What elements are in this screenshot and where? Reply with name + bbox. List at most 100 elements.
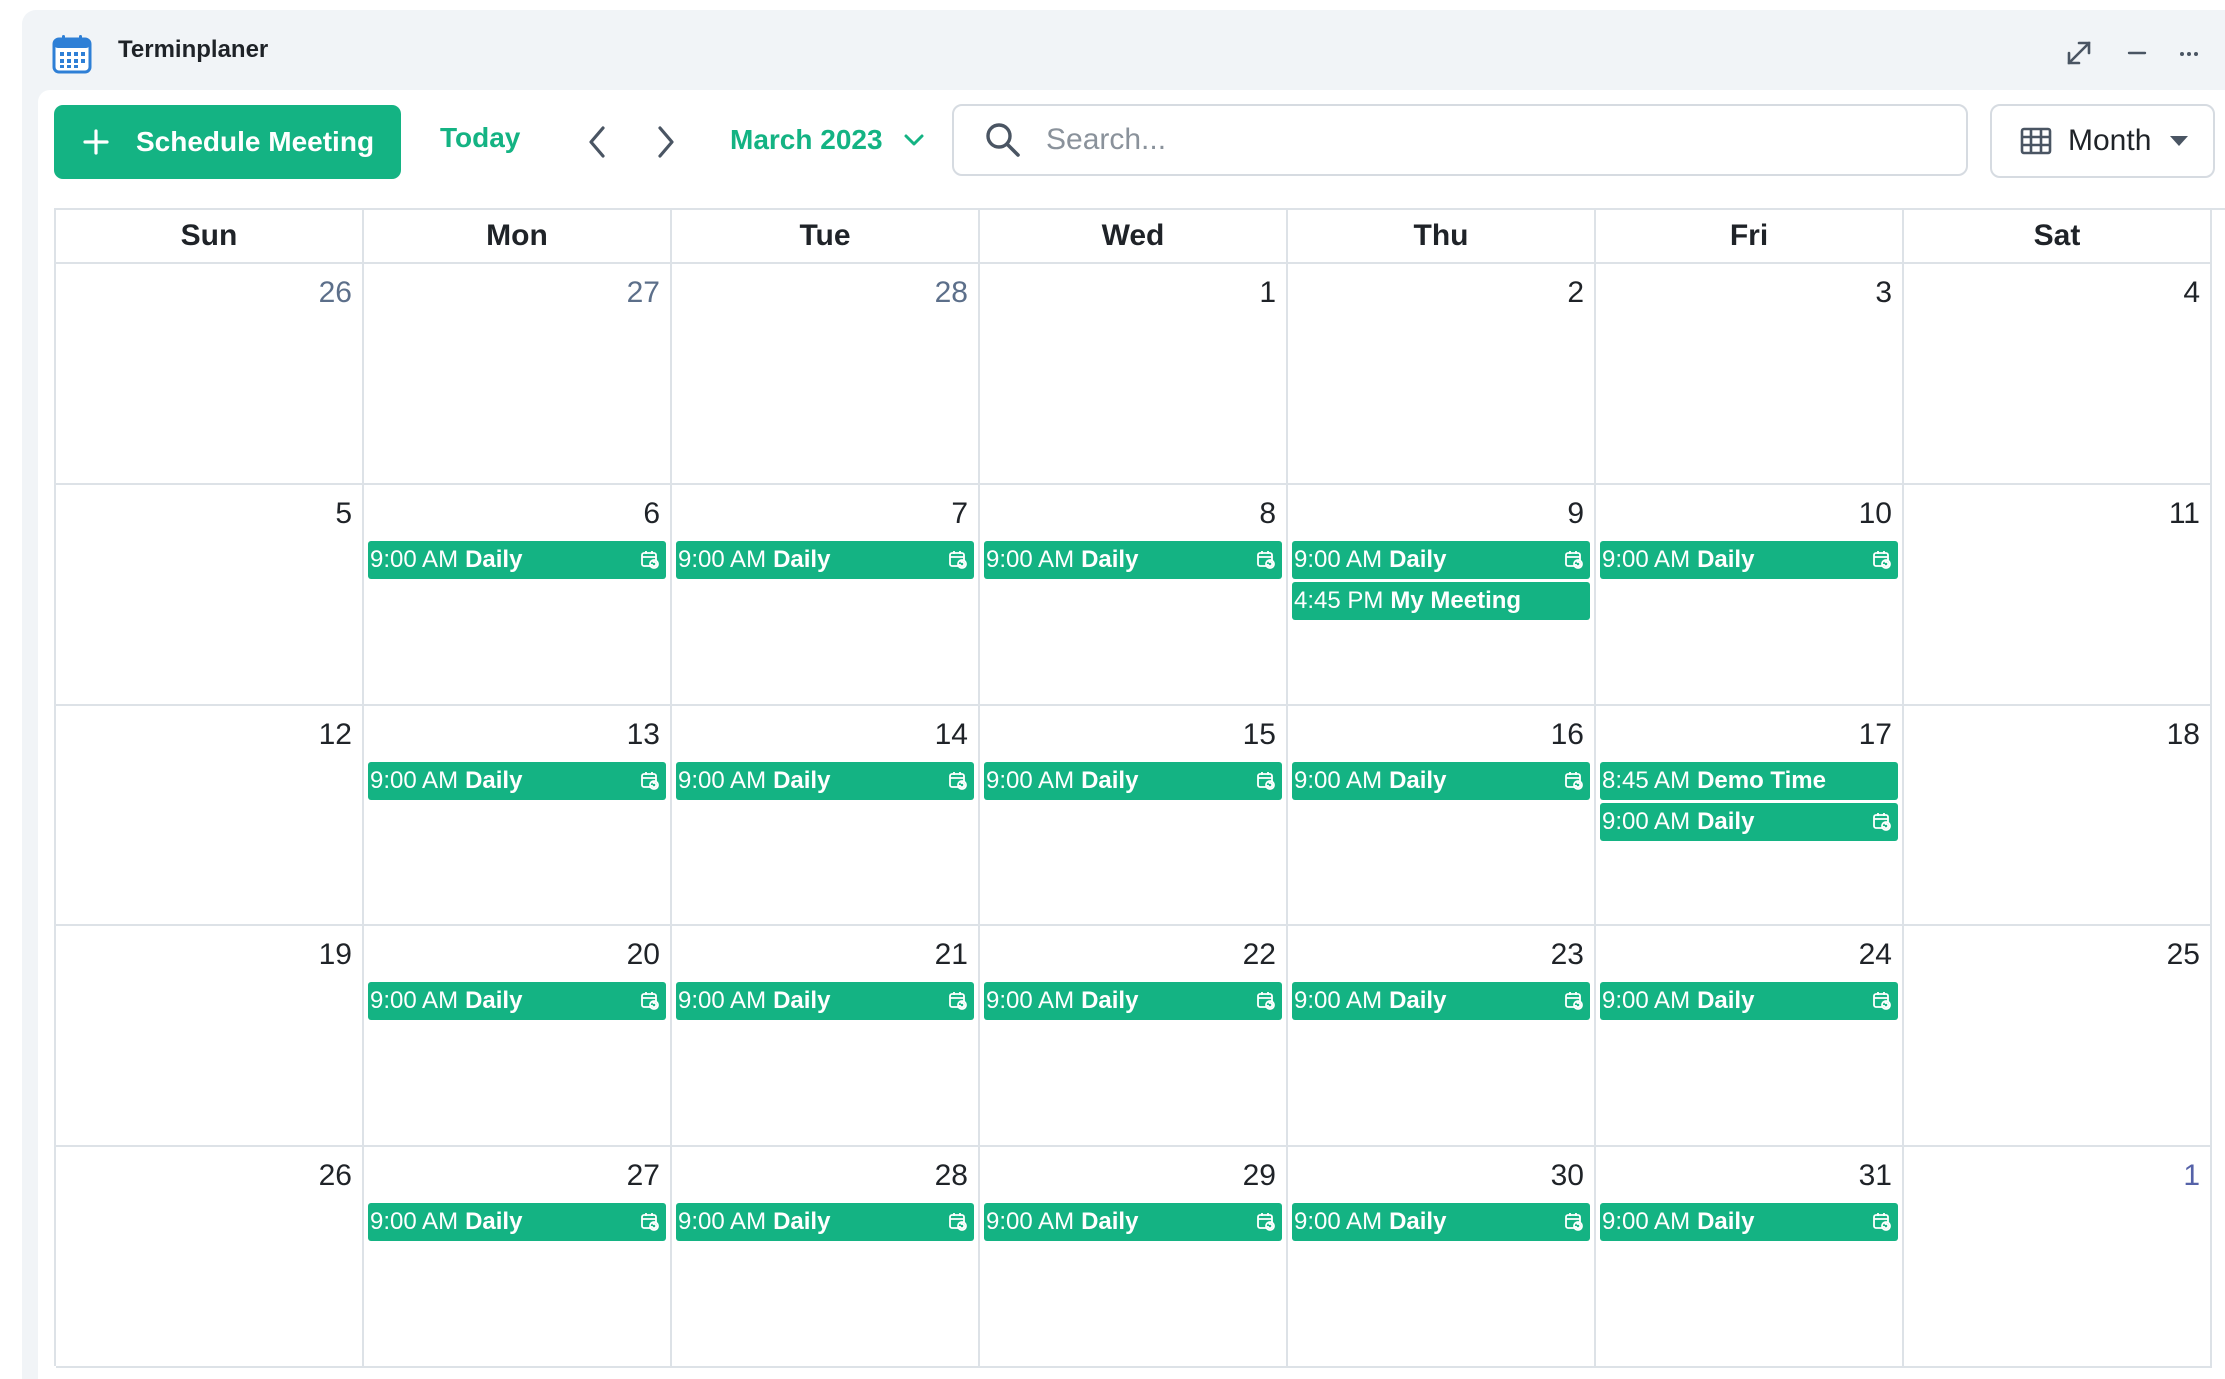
day-cell[interactable]: 20 9:00 AM Daily bbox=[364, 926, 672, 1148]
day-cell[interactable]: 30 9:00 AM Daily bbox=[1288, 1147, 1596, 1368]
event-time: 9:00 AM bbox=[678, 987, 767, 1015]
event-time: 4:45 PM bbox=[1294, 586, 1384, 614]
day-cell[interactable]: 15 9:00 AM Daily bbox=[980, 705, 1288, 927]
minimize-icon[interactable] bbox=[2120, 36, 2154, 70]
day-events: 9:00 AM Daily bbox=[676, 982, 974, 1023]
calendar-event[interactable]: 9:00 AM Daily bbox=[1292, 982, 1590, 1021]
day-cell[interactable]: 4 bbox=[1904, 264, 2212, 485]
event-time: 9:00 AM bbox=[986, 987, 1075, 1015]
day-cell[interactable]: 21 9:00 AM Daily bbox=[672, 926, 980, 1148]
day-number: 26 bbox=[318, 1159, 352, 1193]
event-title: Daily bbox=[1081, 545, 1139, 573]
today-button[interactable]: Today bbox=[440, 122, 520, 154]
calendar-event[interactable]: 9:00 AM Daily bbox=[368, 540, 666, 579]
calendar-event[interactable]: 9:00 AM Daily bbox=[368, 982, 666, 1021]
day-cell[interactable]: 26 bbox=[56, 264, 364, 485]
day-cell[interactable]: 11 bbox=[1904, 484, 2212, 706]
search-box[interactable] bbox=[952, 104, 1968, 176]
calendar-event[interactable]: 9:00 AM Daily bbox=[1292, 1203, 1590, 1242]
day-number: 7 bbox=[951, 496, 968, 530]
day-cell[interactable]: 22 9:00 AM Daily bbox=[980, 926, 1288, 1148]
day-cell[interactable]: 27 9:00 AM Daily bbox=[364, 1147, 672, 1368]
day-cell[interactable]: 6 9:00 AM Daily bbox=[364, 484, 672, 706]
day-cell[interactable]: 28 bbox=[672, 264, 980, 485]
previous-month-button[interactable] bbox=[577, 120, 617, 164]
day-cell[interactable]: 31 9:00 AM Daily bbox=[1596, 1147, 1904, 1368]
event-time: 9:00 AM bbox=[1602, 807, 1691, 835]
day-cell[interactable]: 9 9:00 AM Daily 4:45 PM My Meeting bbox=[1288, 484, 1596, 706]
day-cell[interactable]: 2 bbox=[1288, 264, 1596, 485]
recurring-event-icon bbox=[1872, 549, 1892, 569]
more-options-icon[interactable] bbox=[2172, 36, 2206, 70]
day-cell[interactable]: 10 9:00 AM Daily bbox=[1596, 484, 1904, 706]
day-cell[interactable]: 24 9:00 AM Daily bbox=[1596, 926, 1904, 1148]
app-title: Terminplaner bbox=[118, 36, 269, 63]
week-row: 12 13 9:00 AM Daily 14 9:00 AM Daily 15 9:00 AM D… bbox=[56, 705, 2225, 927]
day-cell[interactable]: 19 bbox=[56, 926, 364, 1148]
day-cell[interactable]: 13 9:00 AM Daily bbox=[364, 705, 672, 927]
day-number: 23 bbox=[1550, 938, 1584, 972]
day-cell[interactable]: 7 9:00 AM Daily bbox=[672, 484, 980, 706]
calendar-event[interactable]: 9:00 AM Daily bbox=[1600, 802, 1898, 841]
recurring-event-icon bbox=[640, 990, 660, 1011]
calendar-event[interactable]: 9:00 AM Daily bbox=[368, 1203, 666, 1242]
day-cell[interactable]: 16 9:00 AM Daily bbox=[1288, 705, 1596, 927]
day-cell[interactable]: 12 bbox=[56, 705, 364, 927]
search-input[interactable] bbox=[1044, 122, 1928, 158]
event-time: 9:00 AM bbox=[678, 545, 767, 573]
day-cell[interactable]: 29 9:00 AM Daily bbox=[980, 1147, 1288, 1368]
day-cell[interactable]: 26 bbox=[56, 1147, 364, 1368]
calendar-event[interactable]: 8:45 AM Demo Time bbox=[1600, 761, 1898, 800]
event-time: 9:00 AM bbox=[370, 545, 459, 573]
day-number: 30 bbox=[1550, 1159, 1584, 1193]
calendar-event[interactable]: 9:00 AM Daily bbox=[676, 540, 974, 579]
day-number: 13 bbox=[626, 717, 660, 751]
event-title: Daily bbox=[1697, 987, 1755, 1015]
recurring-event-icon bbox=[1872, 1211, 1892, 1232]
day-cell[interactable]: 27 bbox=[364, 264, 672, 485]
calendar-event[interactable]: 9:00 AM Daily bbox=[984, 540, 1282, 579]
calendar-event[interactable]: 9:00 AM Daily bbox=[1600, 982, 1898, 1021]
calendar-event[interactable]: 9:00 AM Daily bbox=[368, 761, 666, 800]
calendar-event[interactable]: 9:00 AM Daily bbox=[676, 761, 974, 800]
calendar-event[interactable]: 9:00 AM Daily bbox=[984, 982, 1282, 1021]
schedule-meeting-button[interactable]: Schedule Meeting bbox=[54, 105, 401, 179]
view-select[interactable]: Month bbox=[1990, 104, 2215, 178]
day-number: 2 bbox=[1567, 276, 1584, 309]
day-number: 12 bbox=[318, 717, 352, 751]
day-cell[interactable]: 25 bbox=[1904, 926, 2212, 1148]
recurring-event-icon bbox=[948, 770, 968, 790]
day-cell[interactable]: 28 9:00 AM Daily bbox=[672, 1147, 980, 1368]
next-month-button[interactable] bbox=[646, 120, 686, 164]
day-events: 8:45 AM Demo Time 9:00 AM Daily bbox=[1600, 761, 1898, 844]
search-icon bbox=[984, 121, 1022, 159]
weekday-sun: Sun bbox=[56, 210, 364, 264]
event-title: Daily bbox=[1081, 1208, 1139, 1236]
calendar-event[interactable]: 9:00 AM Daily bbox=[1292, 540, 1590, 579]
day-events: 9:00 AM Daily 4:45 PM My Meeting bbox=[1292, 540, 1590, 623]
event-time: 9:00 AM bbox=[986, 545, 1075, 573]
calendar-event[interactable]: 9:00 AM Daily bbox=[984, 761, 1282, 800]
calendar-event[interactable]: 9:00 AM Daily bbox=[1292, 761, 1590, 800]
expand-icon[interactable] bbox=[2062, 36, 2096, 70]
day-events: 9:00 AM Daily bbox=[368, 982, 666, 1023]
month-picker[interactable]: March 2023 bbox=[730, 124, 925, 156]
day-cell[interactable]: 23 9:00 AM Daily bbox=[1288, 926, 1596, 1148]
day-cell[interactable]: 8 9:00 AM Daily bbox=[980, 484, 1288, 706]
day-cell[interactable]: 1 bbox=[1904, 1147, 2212, 1368]
calendar-event[interactable]: 9:00 AM Daily bbox=[676, 1203, 974, 1242]
table-grid-icon bbox=[2020, 127, 2052, 155]
day-cell[interactable]: 1 bbox=[980, 264, 1288, 485]
calendar-event[interactable]: 4:45 PM My Meeting bbox=[1292, 581, 1590, 620]
calendar-event[interactable]: 9:00 AM Daily bbox=[1600, 1203, 1898, 1242]
day-cell[interactable]: 18 bbox=[1904, 705, 2212, 927]
weekday-wed: Wed bbox=[980, 210, 1288, 264]
day-cell[interactable]: 14 9:00 AM Daily bbox=[672, 705, 980, 927]
day-cell[interactable]: 5 bbox=[56, 484, 364, 706]
day-cell[interactable]: 3 bbox=[1596, 264, 1904, 485]
calendar-event[interactable]: 9:00 AM Daily bbox=[676, 982, 974, 1021]
day-cell[interactable]: 17 8:45 AM Demo Time 9:00 AM Daily bbox=[1596, 705, 1904, 927]
calendar-event[interactable]: 9:00 AM Daily bbox=[984, 1203, 1282, 1242]
calendar-event[interactable]: 9:00 AM Daily bbox=[1600, 540, 1898, 579]
weekday-fri: Fri bbox=[1596, 210, 1904, 264]
